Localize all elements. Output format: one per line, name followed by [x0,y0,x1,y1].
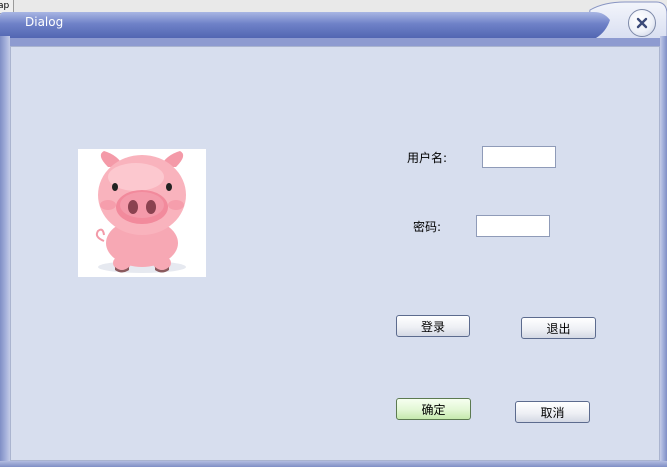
title-bar [0,1,667,47]
dialog-title: Dialog [25,15,64,29]
pig-icon [95,151,186,273]
close-button[interactable] [628,9,656,37]
window-frame-bottom [0,461,667,467]
pig-image [78,149,206,277]
ok-button[interactable]: 确定 [396,398,471,420]
username-label: 用户名: [407,151,448,165]
password-label: 密码: [413,220,442,234]
username-input[interactable] [482,146,556,168]
window-frame-left [0,36,10,467]
dialog-window: Dialog 用户名: 密码: 登录 退出 确定 取消 [0,0,667,467]
close-icon [636,17,648,29]
login-button[interactable]: 登录 [396,315,470,337]
password-input[interactable] [476,215,550,237]
exit-button[interactable]: 退出 [521,317,596,339]
cancel-button[interactable]: 取消 [515,401,590,423]
window-frame-right [660,36,667,467]
